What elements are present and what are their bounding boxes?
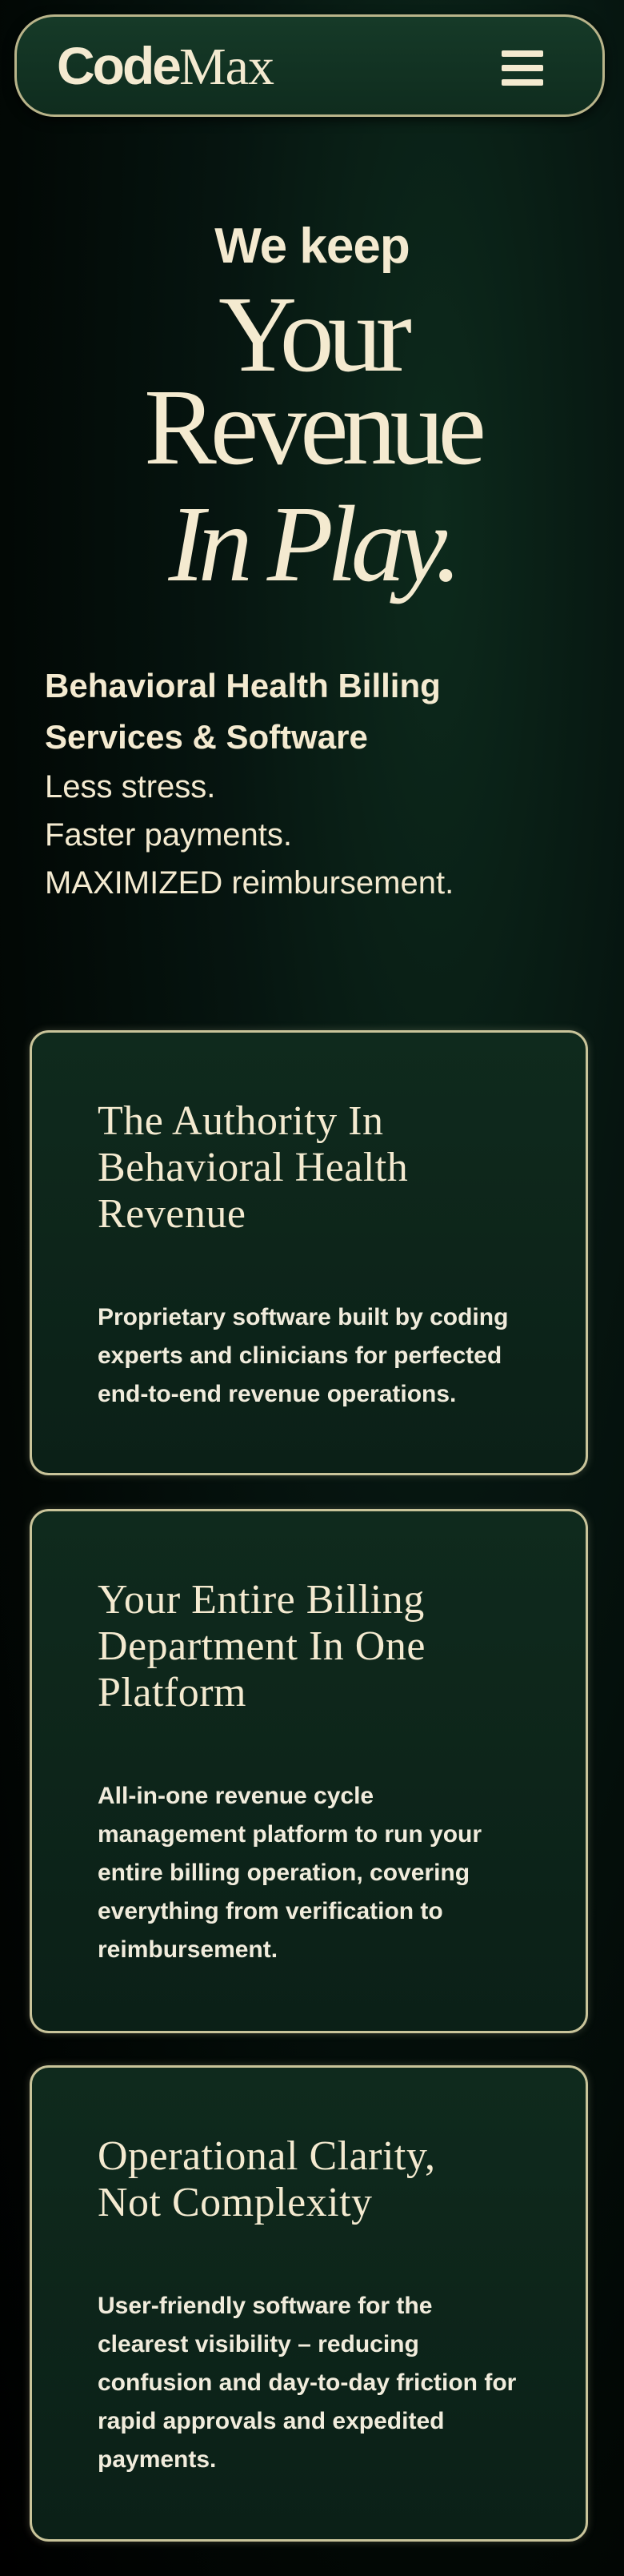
card-title-line: Revenue xyxy=(98,1191,246,1237)
card-body-line: rapid approvals and expedited xyxy=(98,2408,445,2434)
logo-max-text: Max xyxy=(179,38,274,96)
menu-bar xyxy=(502,65,543,71)
subhead-line: MAXIMIZED reimbursement. xyxy=(45,865,454,901)
menu-bar xyxy=(502,79,543,86)
card-body-line: All-in-one revenue cycle xyxy=(98,1783,374,1809)
subhead-line: Less stress. xyxy=(45,769,216,804)
hero-line-revenue: Revenue xyxy=(144,367,486,488)
card-title-line: Not Complexity xyxy=(98,2180,373,2225)
feature-card-clarity: Operational Clarity, Not Complexity User… xyxy=(30,2065,588,2542)
hero-kicker: We keep xyxy=(214,219,410,274)
top-nav-bar: CodeMax xyxy=(14,14,605,117)
hero-line-in-play: In Play. xyxy=(168,484,462,604)
codemax-logo[interactable]: CodeMax xyxy=(57,38,274,95)
card-body-line: management platform to run your xyxy=(98,1821,482,1848)
hamburger-menu-icon[interactable] xyxy=(502,50,543,86)
card-body-line: Proprietary software built by coding xyxy=(98,1304,509,1330)
card-body-line: payments. xyxy=(98,2446,217,2473)
subhead-line: Faster payments. xyxy=(45,817,293,853)
card-title-line: Behavioral Health xyxy=(98,1145,409,1190)
subhead-bold-line: Behavioral Health Billing xyxy=(45,667,441,704)
card-title-line: Department In One xyxy=(98,1623,426,1669)
feature-card-platform: Your Entire Billing Department In One Pl… xyxy=(30,1509,588,2033)
card-body-line: confusion and day-to-day friction for xyxy=(98,2369,517,2396)
logo-code-text: Code xyxy=(57,36,182,95)
card-body-line: experts and clinicians for perfected xyxy=(98,1342,502,1369)
card-title: Operational Clarity, Not Complexity xyxy=(98,2133,530,2226)
card-title: Your Entire Billing Department In One Pl… xyxy=(98,1577,530,1716)
subhead-bold-line: Services & Software xyxy=(45,718,368,756)
card-title: The Authority In Behavioral Health Reven… xyxy=(98,1098,530,1238)
hero-subheading: Behavioral Health Billing Services & Sof… xyxy=(45,660,589,907)
card-body-line: clearest visibility – reducing xyxy=(98,2331,419,2357)
card-body: User-friendly software for the clearest … xyxy=(98,2287,530,2479)
card-body-line: everything from verification to xyxy=(98,1898,443,1924)
feature-card-authority: The Authority In Behavioral Health Reven… xyxy=(30,1030,588,1475)
card-title-line: Platform xyxy=(98,1670,246,1715)
hero-heading: We keep Your Revenue In Play. xyxy=(0,216,624,600)
card-title-line: Operational Clarity, xyxy=(98,2133,436,2179)
card-body-line: entire billing operation, covering xyxy=(98,1860,470,1886)
menu-bar xyxy=(502,50,543,57)
card-body-line: User-friendly software for the xyxy=(98,2293,433,2319)
card-body: Proprietary software built by coding exp… xyxy=(98,1298,530,1414)
card-body: All-in-one revenue cycle management plat… xyxy=(98,1777,530,1969)
card-title-line: Your Entire Billing xyxy=(98,1577,425,1623)
card-body-line: end-to-end revenue operations. xyxy=(98,1381,457,1407)
card-body-line: reimbursement. xyxy=(98,1936,278,1963)
card-title-line: The Authority In xyxy=(98,1098,384,1144)
